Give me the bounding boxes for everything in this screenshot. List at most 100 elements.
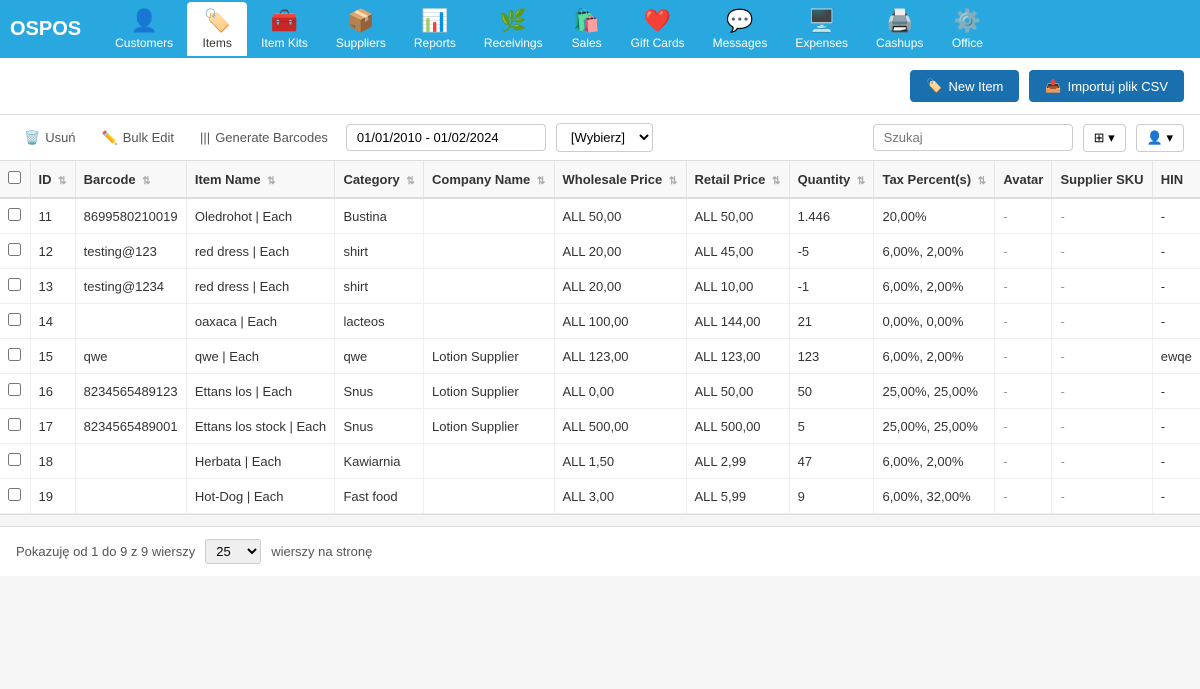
nav-label-cashups: Cashups <box>876 36 923 50</box>
row-checkbox-cell[interactable] <box>0 409 30 444</box>
cell-company-name <box>423 304 554 339</box>
row-checkbox-cell[interactable] <box>0 444 30 479</box>
cell-barcode <box>75 444 186 479</box>
sort-icon-quantity: ⇅ <box>857 176 865 187</box>
import-label: Importuj plik CSV <box>1068 79 1168 94</box>
export-button[interactable]: 👤 ▾ <box>1136 124 1184 152</box>
cell-category: Snus <box>335 409 424 444</box>
col-header-barcode[interactable]: Barcode ⇅ <box>75 161 186 198</box>
cell-id: 17 <box>30 409 75 444</box>
row-checkbox-13[interactable] <box>8 278 21 291</box>
table-body: 11 8699580210019 Oledrohot | Each Bustin… <box>0 198 1200 514</box>
row-checkbox-16[interactable] <box>8 383 21 396</box>
new-item-button[interactable]: 🏷️ New Item <box>910 70 1019 102</box>
row-checkbox-cell[interactable] <box>0 479 30 514</box>
horizontal-scrollbar[interactable] <box>0 514 1200 526</box>
customers-icon: 👤 <box>130 8 157 34</box>
date-range-input[interactable] <box>346 124 546 151</box>
col-header-tax-percents[interactable]: Tax Percent(s) ⇅ <box>874 161 995 198</box>
row-checkbox-15[interactable] <box>8 348 21 361</box>
select-all-checkbox[interactable] <box>8 171 21 184</box>
col-header-supplier-sku[interactable]: Supplier SKU <box>1052 161 1152 198</box>
row-checkbox-14[interactable] <box>8 313 21 326</box>
cell-item-name: qwe | Each <box>186 339 335 374</box>
row-checkbox-11[interactable] <box>8 208 21 221</box>
row-checkbox-cell[interactable] <box>0 198 30 234</box>
table-row: 19 Hot-Dog | Each Fast food ALL 3,00 ALL… <box>0 479 1200 514</box>
top-navigation: OSPOS 👤 Customers 🏷️ Items 🧰 Item Kits 📦… <box>0 0 1200 58</box>
row-checkbox-12[interactable] <box>8 243 21 256</box>
bulk-edit-button[interactable]: ✏️ Bulk Edit <box>94 126 183 150</box>
delete-button[interactable]: 🗑️ Usuń <box>16 126 84 150</box>
per-page-select[interactable]: 25 50 100 <box>205 539 261 564</box>
col-header-id[interactable]: ID ⇅ <box>30 161 75 198</box>
cell-category: Fast food <box>335 479 424 514</box>
col-header-hin[interactable]: HIN <box>1152 161 1200 198</box>
nav-label-reports: Reports <box>414 36 456 50</box>
import-csv-button[interactable]: 📤 Importuj plik CSV <box>1029 70 1184 102</box>
suppliers-icon: 📦 <box>347 8 374 34</box>
nav-item-receivings[interactable]: 🌿 Receivings <box>470 2 557 56</box>
select-all-header[interactable] <box>0 161 30 198</box>
row-checkbox-19[interactable] <box>8 488 21 501</box>
row-checkbox-cell[interactable] <box>0 339 30 374</box>
col-header-company-name[interactable]: Company Name ⇅ <box>423 161 554 198</box>
cell-tax-percents: 25,00%, 25,00% <box>874 409 995 444</box>
cell-id: 18 <box>30 444 75 479</box>
cell-retail-price: ALL 50,00 <box>686 374 789 409</box>
nav-item-items[interactable]: 🏷️ Items <box>187 2 247 56</box>
nav-item-item-kits[interactable]: 🧰 Item Kits <box>247 2 322 56</box>
generate-barcodes-button[interactable]: ||| Generate Barcodes <box>192 126 336 149</box>
row-checkbox-cell[interactable] <box>0 374 30 409</box>
cell-quantity: 9 <box>789 479 874 514</box>
nav-item-cashups[interactable]: 🖨️ Cashups <box>862 2 937 56</box>
category-dropdown[interactable]: [Wybierz] <box>556 123 653 152</box>
cell-barcode: testing@1234 <box>75 269 186 304</box>
table-row: 12 testing@123 red dress | Each shirt AL… <box>0 234 1200 269</box>
col-header-wholesale-price[interactable]: Wholesale Price ⇅ <box>554 161 686 198</box>
sort-icon-barcode: ⇅ <box>142 176 150 187</box>
nav-item-sales[interactable]: 🛍️ Sales <box>557 2 617 56</box>
cell-hin: - <box>1152 269 1200 304</box>
cell-id: 11 <box>30 198 75 234</box>
nav-item-suppliers[interactable]: 📦 Suppliers <box>322 2 400 56</box>
per-page-label: wierszy na stronę <box>271 544 372 559</box>
nav-item-customers[interactable]: 👤 Customers <box>101 2 187 56</box>
sort-icon-id: ⇅ <box>58 176 66 187</box>
cell-quantity: -5 <box>789 234 874 269</box>
row-checkbox-cell[interactable] <box>0 269 30 304</box>
cell-company-name <box>423 479 554 514</box>
nav-item-gift-cards[interactable]: ❤️ Gift Cards <box>617 2 699 56</box>
col-header-retail-price[interactable]: Retail Price ⇅ <box>686 161 789 198</box>
cell-supplier-sku: - <box>1052 409 1152 444</box>
cell-quantity: -1 <box>789 269 874 304</box>
nav-item-reports[interactable]: 📊 Reports <box>400 2 470 56</box>
view-toggle-button[interactable]: ⊞ ▾ <box>1083 124 1126 152</box>
nav-item-expenses[interactable]: 🖥️ Expenses <box>781 2 862 56</box>
item-kits-icon: 🧰 <box>271 8 298 34</box>
table-row: 18 Herbata | Each Kawiarnia ALL 1,50 ALL… <box>0 444 1200 479</box>
cell-supplier-sku: - <box>1052 374 1152 409</box>
cell-item-name: Ettans los | Each <box>186 374 335 409</box>
nav-item-office[interactable]: ⚙️ Office <box>937 2 997 56</box>
row-checkbox-17[interactable] <box>8 418 21 431</box>
cell-barcode: testing@123 <box>75 234 186 269</box>
cell-supplier-sku: - <box>1052 304 1152 339</box>
nav-item-messages[interactable]: 💬 Messages <box>699 2 782 56</box>
col-header-quantity[interactable]: Quantity ⇅ <box>789 161 874 198</box>
col-header-item-name[interactable]: Item Name ⇅ <box>186 161 335 198</box>
table-row: 16 8234565489123 Ettans los | Each Snus … <box>0 374 1200 409</box>
cell-retail-price: ALL 123,00 <box>686 339 789 374</box>
row-checkbox-18[interactable] <box>8 453 21 466</box>
col-header-category[interactable]: Category ⇅ <box>335 161 424 198</box>
search-input[interactable] <box>873 124 1073 151</box>
cell-retail-price: ALL 10,00 <box>686 269 789 304</box>
cell-company-name: Lotion Supplier <box>423 374 554 409</box>
row-checkbox-cell[interactable] <box>0 304 30 339</box>
cell-category: Snus <box>335 374 424 409</box>
cell-barcode: 8699580210019 <box>75 198 186 234</box>
col-header-avatar[interactable]: Avatar <box>995 161 1052 198</box>
table-row: 11 8699580210019 Oledrohot | Each Bustin… <box>0 198 1200 234</box>
row-checkbox-cell[interactable] <box>0 234 30 269</box>
cell-supplier-sku: - <box>1052 234 1152 269</box>
